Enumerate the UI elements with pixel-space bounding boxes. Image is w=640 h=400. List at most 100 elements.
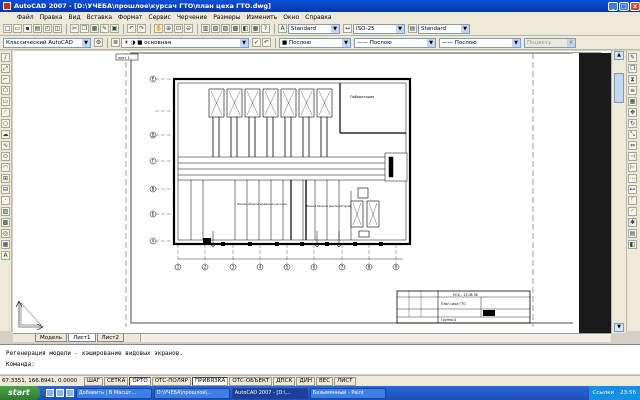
cut-icon[interactable]: ✂ (70, 24, 79, 33)
linetype-select[interactable]: —— Послою ▼ (354, 37, 436, 48)
chamfer-icon[interactable]: ⌜ (628, 196, 637, 205)
color-select[interactable]: ■ Послою ▼ (279, 37, 351, 48)
save-icon[interactable]: ▪ (23, 24, 32, 33)
gradient-icon[interactable]: ▩ (1, 218, 10, 227)
layer-isolate-icon[interactable]: ◧ (628, 240, 637, 249)
copy-icon[interactable]: ❐ (80, 24, 89, 33)
dim-style-icon[interactable]: ↔ (343, 24, 352, 33)
layer-previous-icon[interactable]: ↶ (262, 38, 271, 47)
taskbar-item-folder[interactable]: D:\УЧЕБА\прошлое\... (153, 387, 230, 399)
circle-icon[interactable]: ○ (1, 119, 10, 128)
preview-icon[interactable]: ◰ (43, 24, 52, 33)
autocad-app-icon[interactable] (3, 2, 11, 10)
osnap-toggle[interactable]: ПРИВЯЗКА (191, 376, 229, 386)
polyline-icon[interactable]: ⌐ (1, 75, 10, 84)
move-icon[interactable]: ✥ (628, 108, 637, 117)
table-style-icon[interactable]: ▤ (408, 24, 417, 33)
draworder-icon[interactable]: ▤ (628, 229, 637, 238)
layer-manager-icon[interactable]: ≣ (111, 38, 120, 47)
copy-object-icon[interactable]: ❐ (628, 64, 637, 73)
new-file-icon[interactable]: □ (3, 24, 12, 33)
hatch-icon[interactable]: ▨ (1, 207, 10, 216)
scroll-down-arrow-icon[interactable]: ▼ (614, 323, 624, 332)
drawing-canvas[interactable]: лист 1 Лаборатория Линия сборки водяных … (13, 51, 611, 333)
tray-links-label[interactable]: Ссылки (593, 390, 615, 396)
menu-insert[interactable]: Вставка (84, 14, 115, 21)
menu-modify[interactable]: Изменить (243, 14, 280, 21)
open-file-icon[interactable]: ▭ (13, 24, 22, 33)
region-icon[interactable]: ◎ (1, 229, 10, 238)
paste-icon[interactable]: ▦ (90, 24, 99, 33)
array-icon[interactable]: ▦ (628, 97, 637, 106)
zoom-window-icon[interactable]: ⊡ (174, 24, 183, 33)
quicklaunch-browser-icon[interactable] (45, 389, 54, 397)
zoom-realtime-icon[interactable]: ⊕ (164, 24, 173, 33)
lineweight-select[interactable]: —— Послою ▼ (439, 37, 521, 48)
taskbar-item-browser[interactable]: Добавить | В Масшт... (75, 387, 152, 399)
layer-select[interactable]: ☀ ◑ ■ основная ▼ (121, 37, 249, 48)
markup-icon[interactable]: ◧ (241, 24, 250, 33)
close-button[interactable]: x (630, 1, 640, 11)
quicklaunch-desktop-icon[interactable] (55, 389, 64, 397)
quicklaunch-explorer-icon[interactable] (65, 389, 74, 397)
table-icon[interactable]: ▦ (1, 240, 10, 249)
break-icon[interactable]: ⋯ (628, 174, 637, 183)
workspace-select[interactable]: Классический AutoCAD ▼ (3, 37, 91, 48)
command-line[interactable]: Регенерация модели - кэширование видовых… (0, 344, 640, 374)
mirror-icon[interactable]: ⧗ (628, 75, 637, 84)
redo-icon[interactable]: ↷ (137, 24, 146, 33)
block-editor-icon[interactable]: ▣ (110, 24, 119, 33)
text-style-icon[interactable]: A (278, 24, 287, 33)
vertical-scrollbar[interactable]: ▲ ▼ (611, 51, 626, 333)
sheet-set-icon[interactable]: ▩ (231, 24, 240, 33)
insert-block-icon[interactable]: ⊞ (1, 174, 10, 183)
lweight-toggle[interactable]: ВЕС (315, 376, 334, 386)
point-icon[interactable]: · (1, 196, 10, 205)
dyn-toggle[interactable]: ДИН (296, 376, 315, 386)
tool-palettes-icon[interactable]: ▨ (221, 24, 230, 33)
make-block-icon[interactable]: ⊟ (1, 185, 10, 194)
calculator-icon[interactable]: ▦ (251, 24, 260, 33)
menu-draw[interactable]: Черчение (174, 14, 210, 21)
dim-style-select[interactable]: ISO-25 ▼ (353, 23, 405, 34)
menu-file[interactable]: Файл (14, 14, 37, 21)
extend-icon[interactable]: ⊢ (628, 163, 637, 172)
pan-icon[interactable]: ✋ (154, 24, 163, 33)
print-icon[interactable]: ▤ (33, 24, 42, 33)
revision-cloud-icon[interactable]: ☁ (1, 130, 10, 139)
scale-icon[interactable]: ⤡ (628, 130, 637, 139)
polar-toggle[interactable]: ОТС-ПОЛЯР (151, 376, 191, 386)
make-layer-current-icon[interactable]: ✓ (252, 38, 261, 47)
fillet-icon[interactable]: ◜ (628, 207, 637, 216)
text-style-select[interactable]: Standard ▼ (288, 23, 340, 34)
ellipse-arc-icon[interactable]: ◠ (1, 163, 10, 172)
tab-sheet2[interactable]: Лист2 (96, 334, 124, 342)
line-icon[interactable]: / (1, 53, 10, 62)
ortho-toggle[interactable]: ОРТО (129, 376, 151, 386)
help-icon[interactable]: ? (261, 24, 270, 33)
rotate-icon[interactable]: ↻ (628, 119, 637, 128)
spline-icon[interactable]: ∿ (1, 141, 10, 150)
multiline-text-icon[interactable]: A (1, 251, 10, 260)
command-prompt[interactable]: Команда: (6, 359, 634, 370)
zoom-previous-icon[interactable]: ⊖ (184, 24, 193, 33)
tab-sheet1[interactable]: Лист1 (68, 334, 96, 342)
minimize-button[interactable]: _ (608, 1, 618, 11)
arc-icon[interactable]: ◜ (1, 108, 10, 117)
scroll-thumb[interactable] (614, 73, 624, 103)
offset-icon[interactable]: ≡ (628, 86, 637, 95)
coordinates-readout[interactable]: 67.3351, 166.8941, 0.0000 (2, 378, 84, 384)
maximize-button[interactable]: □ (619, 1, 629, 11)
taskbar-item-autocad[interactable]: AutoCAD 2007 - [D:\... (231, 387, 308, 399)
stretch-icon[interactable]: ⇔ (628, 141, 637, 150)
menu-dimension[interactable]: Размеры (210, 14, 243, 21)
taskbar-item-paint[interactable]: Безымянный - Paint (309, 387, 386, 399)
trim-icon[interactable]: ⊣ (628, 152, 637, 161)
design-center-icon[interactable]: ▧ (211, 24, 220, 33)
construction-line-icon[interactable]: ⤢ (1, 64, 10, 73)
table-style-select[interactable]: Standard ▼ (418, 23, 470, 34)
tab-model[interactable]: Модель (35, 334, 68, 342)
menu-help[interactable]: Справка (302, 14, 334, 21)
explode-icon[interactable]: ✱ (628, 218, 637, 227)
erase-icon[interactable]: ✎ (628, 53, 637, 62)
